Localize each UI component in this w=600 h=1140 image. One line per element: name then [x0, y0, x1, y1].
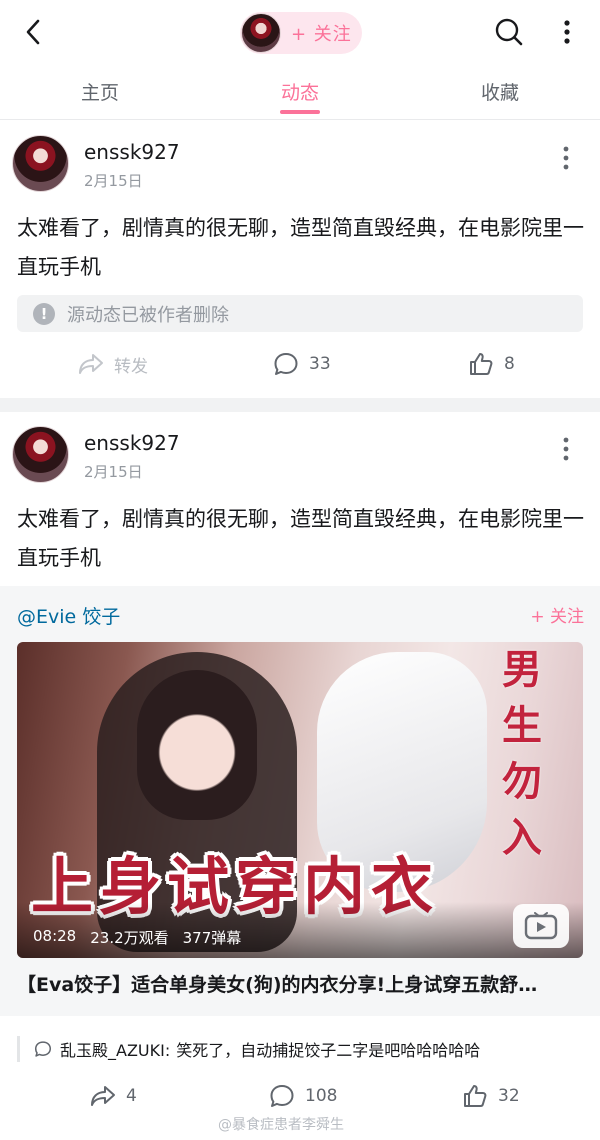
search-button[interactable]: [493, 16, 525, 48]
comment-count: 33: [309, 354, 331, 374]
post-more-button[interactable]: [556, 434, 576, 464]
like-count: 32: [498, 1086, 520, 1106]
comment-username[interactable]: 乱玉殿_AZUKI:: [60, 1037, 170, 1061]
thumbnail-side-text: 男 生 勿 入: [487, 642, 557, 866]
shared-follow-button[interactable]: + 关注: [530, 602, 584, 627]
search-icon: [495, 18, 523, 46]
thumbnail-face: [137, 670, 257, 820]
forward-label: 转发: [114, 356, 148, 377]
post-actions: 4 108 32: [0, 1076, 600, 1116]
play-icon: [524, 912, 558, 940]
shared-video-card[interactable]: @Evie 饺子 + 关注 男 生 勿 入 上身试穿内衣 08:28 23.2万…: [0, 586, 600, 1016]
deleted-notice-text: 源动态已被作者删除: [67, 304, 229, 326]
tab-favorites[interactable]: 收藏: [440, 78, 560, 105]
thumbnail-char: 入: [502, 814, 542, 861]
thumbnail-char: 勿: [502, 758, 542, 805]
comment-button[interactable]: 33: [273, 344, 331, 384]
post-text: 太难看了，剧情真的很无聊，造型简直毁经典，在电影院里一直玩手机: [17, 507, 584, 570]
deleted-source-notice: ! 源动态已被作者删除: [17, 295, 583, 332]
post-card: enssk927 2月15日 太难看了，剧情真的很无聊，造型简直毁经典，在电影院…: [0, 121, 600, 397]
active-tab-indicator: [280, 110, 320, 114]
video-stats: 08:28 23.2万观看 377弹幕: [33, 927, 241, 948]
comment-text: 笑死了，自动捕捉饺子二字是吧哈哈哈哈哈: [176, 1041, 481, 1060]
post-username[interactable]: enssk927: [84, 431, 180, 455]
tab-dynamics[interactable]: 动态: [240, 78, 360, 105]
exclamation-icon: !: [33, 302, 55, 325]
card-separator: [0, 398, 600, 412]
follow-pill-button[interactable]: + 关注: [240, 12, 362, 54]
like-button[interactable]: 8: [468, 344, 515, 384]
comment-icon: [270, 1085, 294, 1107]
back-arrow-icon: [26, 19, 40, 45]
thumbs-up-icon: [464, 1085, 487, 1107]
video-thumbnail[interactable]: 男 生 勿 入 上身试穿内衣 08:28 23.2万观看 377弹幕: [17, 642, 583, 958]
more-options-button[interactable]: [556, 16, 578, 48]
thumbnail-char: 生: [502, 702, 542, 749]
video-views: 23.2万观看: [90, 929, 169, 947]
forward-count: 4: [126, 1086, 137, 1106]
more-vertical-icon: [564, 20, 570, 44]
video-duration: 08:28: [33, 927, 77, 945]
forward-button[interactable]: 4: [90, 1076, 137, 1116]
play-button[interactable]: [513, 904, 569, 948]
share-icon: [91, 1086, 115, 1106]
thumbs-up-icon: [470, 353, 493, 375]
comment-icon: [34, 1041, 52, 1057]
comment-count: 108: [305, 1086, 338, 1106]
post-actions: 转发 33 8: [0, 344, 600, 384]
forward-button[interactable]: 转发: [78, 344, 148, 384]
follow-label: + 关注: [291, 24, 352, 45]
tab-home[interactable]: 主页: [40, 78, 160, 105]
shared-video-title[interactable]: 【Eva饺子】适合单身美女(狗)的内衣分享!上身试穿五款舒…: [17, 970, 583, 997]
more-vertical-icon: [563, 146, 569, 170]
like-count: 8: [504, 354, 515, 374]
thumbnail-char: 男: [502, 646, 542, 693]
post-date: 2月15日: [84, 172, 143, 190]
like-button[interactable]: 32: [462, 1076, 520, 1116]
avatar[interactable]: [12, 426, 69, 483]
share-icon: [79, 354, 103, 374]
post-text: 太难看了，剧情真的很无聊，造型简直毁经典，在电影院里一直玩手机: [17, 216, 584, 279]
more-vertical-icon: [563, 437, 569, 461]
post-username[interactable]: enssk927: [84, 140, 180, 164]
comment-preview[interactable]: 乱玉殿_AZUKI: 笑死了，自动捕捉饺子二字是吧哈哈哈哈哈: [17, 1036, 583, 1062]
comment-icon: [274, 353, 298, 375]
back-button[interactable]: [18, 16, 48, 48]
tab-bar: 主页 动态 收藏: [0, 64, 600, 120]
avatar[interactable]: [12, 135, 69, 192]
watermark: @暴食症患者李舜生: [218, 1117, 344, 1133]
shared-uploader-link[interactable]: @Evie 饺子: [17, 602, 120, 629]
top-bar: + 关注: [0, 0, 600, 64]
video-danmaku: 377弹幕: [182, 929, 242, 947]
avatar: [241, 13, 281, 53]
post-more-button[interactable]: [556, 143, 576, 173]
comment-button[interactable]: 108: [269, 1076, 337, 1116]
post-date: 2月15日: [84, 463, 143, 481]
